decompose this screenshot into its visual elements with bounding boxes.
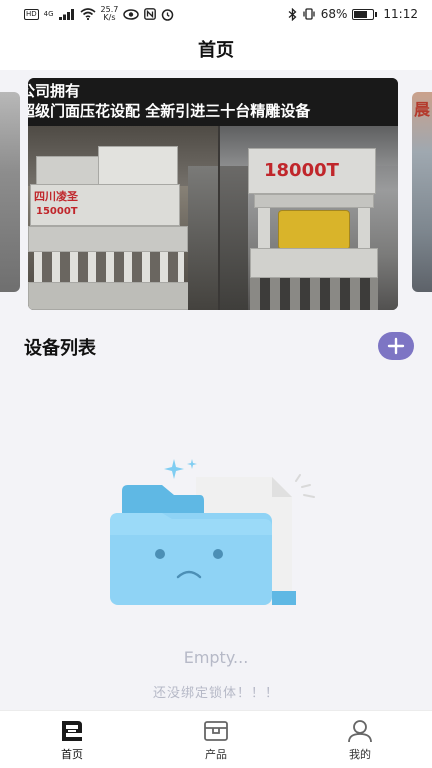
banner-prev-slide[interactable]	[0, 92, 20, 292]
banner-slide[interactable]: 四川凌圣 15000T 18000T 公司拥有 超级门面压花设配 全新引进三十台…	[28, 78, 398, 310]
empty-folder-icon	[110, 459, 315, 605]
app-header: 首页	[0, 28, 432, 70]
empty-state-title: Empty...	[183, 648, 249, 667]
battery-level	[354, 10, 367, 18]
nfc-icon	[144, 8, 157, 20]
tab-home-label: 首页	[61, 748, 83, 761]
banner-carousel[interactable]: 晨 四川凌圣 15000T 18000T 司拥有 超级门面压花设配 全新引进三十…	[0, 70, 432, 315]
plus-icon	[387, 337, 405, 355]
press-left-brand: 四川凌圣	[34, 190, 78, 203]
tab-home[interactable]: 首页	[0, 711, 144, 768]
wifi-icon	[80, 8, 96, 20]
tab-profile[interactable]: 我的	[288, 711, 432, 768]
vibrate-icon	[303, 8, 315, 20]
device-list-title: 设备列表	[24, 338, 96, 359]
home-icon	[62, 721, 82, 741]
press-left-label: 15000T	[36, 206, 78, 217]
banner-next-slide[interactable]: 晨	[412, 92, 432, 292]
banner-caption: 公司拥有 超级门面压花设配 全新引进三十台精雕设备	[28, 78, 398, 126]
user-icon	[348, 720, 372, 743]
next-slide-char: 晨	[414, 100, 431, 119]
tab-profile-label: 我的	[349, 748, 371, 761]
tab-product[interactable]: 产品	[144, 711, 288, 768]
page-title: 首页	[198, 40, 234, 61]
press-photo-right: 18000T	[220, 126, 398, 310]
eye-icon	[123, 8, 140, 20]
signal-type-label: 4G	[43, 9, 54, 18]
clock-time: 11:12	[383, 7, 418, 21]
tab-product-label: 产品	[205, 748, 227, 761]
speed-unit: K/s	[103, 13, 116, 22]
banner-caption-line2: 超级门面压花设配 全新引进三十台精雕设备	[28, 102, 311, 120]
add-device-button[interactable]	[378, 332, 414, 360]
status-bar: HD 4G 25.7 K/s 68% 11:12	[0, 0, 432, 28]
signal-icon	[58, 8, 74, 20]
press-photo-left: 四川凌圣 15000T	[28, 126, 218, 310]
battery-percent: 68%	[320, 7, 348, 21]
empty-state-illustration	[100, 455, 330, 615]
alarm-icon	[162, 8, 174, 21]
battery-icon	[352, 8, 378, 20]
press-right-label: 18000T	[264, 160, 339, 181]
empty-state-message: 还没绑定锁体！！！	[152, 686, 279, 701]
bottom-tab-bar: 首页 产品 我的	[0, 710, 432, 768]
network-speed: 25.7 K/s	[101, 6, 119, 22]
banner-caption-line1: 公司拥有	[28, 82, 81, 100]
bluetooth-icon	[288, 7, 297, 21]
network-badge: HD	[24, 8, 39, 20]
product-icon	[204, 721, 228, 741]
